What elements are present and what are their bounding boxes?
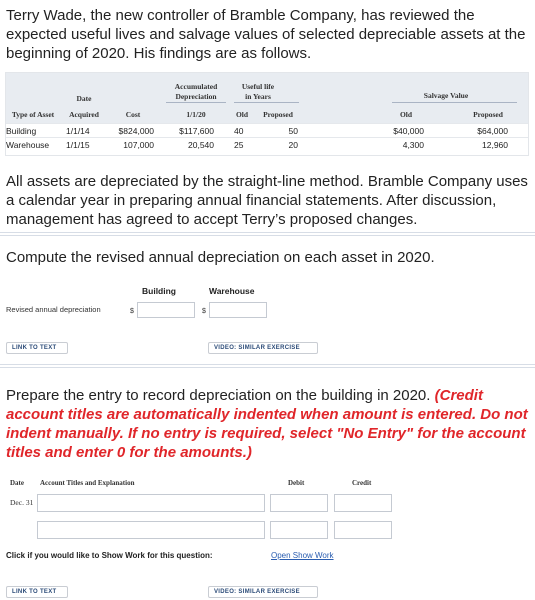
- row1-salvage-old: $40,000: [393, 126, 424, 136]
- warehouse-depreciation-input[interactable]: [209, 302, 267, 318]
- col-date-header: Date: [10, 479, 24, 487]
- row2-salvage-proposed: 12,960: [482, 140, 508, 150]
- row1-life-old: 40: [234, 126, 244, 136]
- col-debit-header: Debit: [288, 479, 305, 487]
- header-useful-life: Useful life: [241, 82, 275, 91]
- credit-input-1[interactable]: [334, 494, 392, 512]
- divider: [0, 232, 535, 233]
- debit-input-1[interactable]: [270, 494, 328, 512]
- row2-date: 1/1/15: [66, 140, 90, 150]
- row2-life-proposed: 20: [288, 140, 298, 150]
- header-accum-date: 1/1/20: [186, 110, 206, 119]
- row1-accum: $117,600: [179, 126, 214, 136]
- show-work-label: Click if you would like to Show Work for…: [6, 551, 213, 560]
- row2-cost: 107,000: [123, 140, 154, 150]
- divider: [0, 364, 535, 365]
- warehouse-currency: $: [202, 308, 206, 315]
- header-salvage-proposed: Proposed: [473, 110, 503, 119]
- entry-date: Dec. 31: [10, 498, 34, 507]
- row1-life-proposed: 50: [288, 126, 298, 136]
- link-to-text-button[interactable]: LINK TO TEXT: [6, 342, 68, 354]
- header-cost: Cost: [125, 110, 141, 119]
- method-paragraph: All assets are depreciated by the straig…: [6, 173, 528, 228]
- header-accumulated: Accumulated: [174, 82, 218, 91]
- building-depreciation-input[interactable]: [137, 302, 195, 318]
- divider: [0, 235, 535, 236]
- col-account-header: Account Titles and Explanation: [40, 479, 135, 487]
- row2-life-old: 25: [234, 140, 244, 150]
- header-salvage-old: Old: [399, 110, 413, 119]
- credit-input-2[interactable]: [334, 521, 392, 539]
- row2-salvage-old: 4,300: [402, 140, 424, 150]
- debit-input-2[interactable]: [270, 521, 328, 539]
- intro-paragraph: Terry Wade, the new controller of Brambl…: [6, 7, 526, 62]
- col-warehouse-label: Warehouse: [209, 286, 255, 296]
- video-similar-exercise-button[interactable]: VIDEO: SIMILAR EXERCISE: [208, 342, 318, 354]
- divider: [0, 367, 535, 368]
- header-salvage-value: Salvage Value: [423, 91, 469, 100]
- header-life-old: Old: [235, 110, 249, 119]
- building-currency: $: [130, 308, 134, 315]
- header-depreciation: Depreciation: [175, 92, 217, 101]
- part2-prompt: Prepare the entry to record depreciation…: [6, 387, 431, 404]
- col-credit-header: Credit: [352, 479, 372, 487]
- row1-salvage-proposed: $64,000: [477, 126, 508, 136]
- row1-date: 1/1/14: [66, 126, 90, 136]
- video-similar-exercise-button-2[interactable]: VIDEO: SIMILAR EXERCISE: [208, 586, 318, 598]
- header-life-proposed: Proposed: [263, 110, 293, 119]
- header-date: Date: [76, 94, 92, 103]
- row2-type: Warehouse: [6, 140, 50, 150]
- row1-cost: $824,000: [118, 126, 154, 136]
- assets-table: Date Accumulated Depreciation Useful lif…: [5, 72, 529, 156]
- revised-depreciation-label: Revised annual depreciation: [6, 305, 101, 314]
- link-to-text-button-2[interactable]: LINK TO TEXT: [6, 586, 68, 598]
- header-type: Type of Asset: [11, 110, 55, 119]
- open-show-work-link[interactable]: Open Show Work: [271, 551, 334, 560]
- part1-prompt: Compute the revised annual depreciation …: [6, 249, 435, 266]
- row1-type: Building: [6, 126, 37, 136]
- header-in-years: in Years: [245, 92, 271, 101]
- row2-accum: 20,540: [188, 140, 214, 150]
- col-building-label: Building: [142, 286, 176, 296]
- part2-question: Prepare the entry to record depreciation…: [6, 386, 532, 462]
- account-title-input-1[interactable]: [37, 494, 265, 512]
- header-acquired: Acquired: [69, 110, 99, 119]
- account-title-input-2[interactable]: [37, 521, 265, 539]
